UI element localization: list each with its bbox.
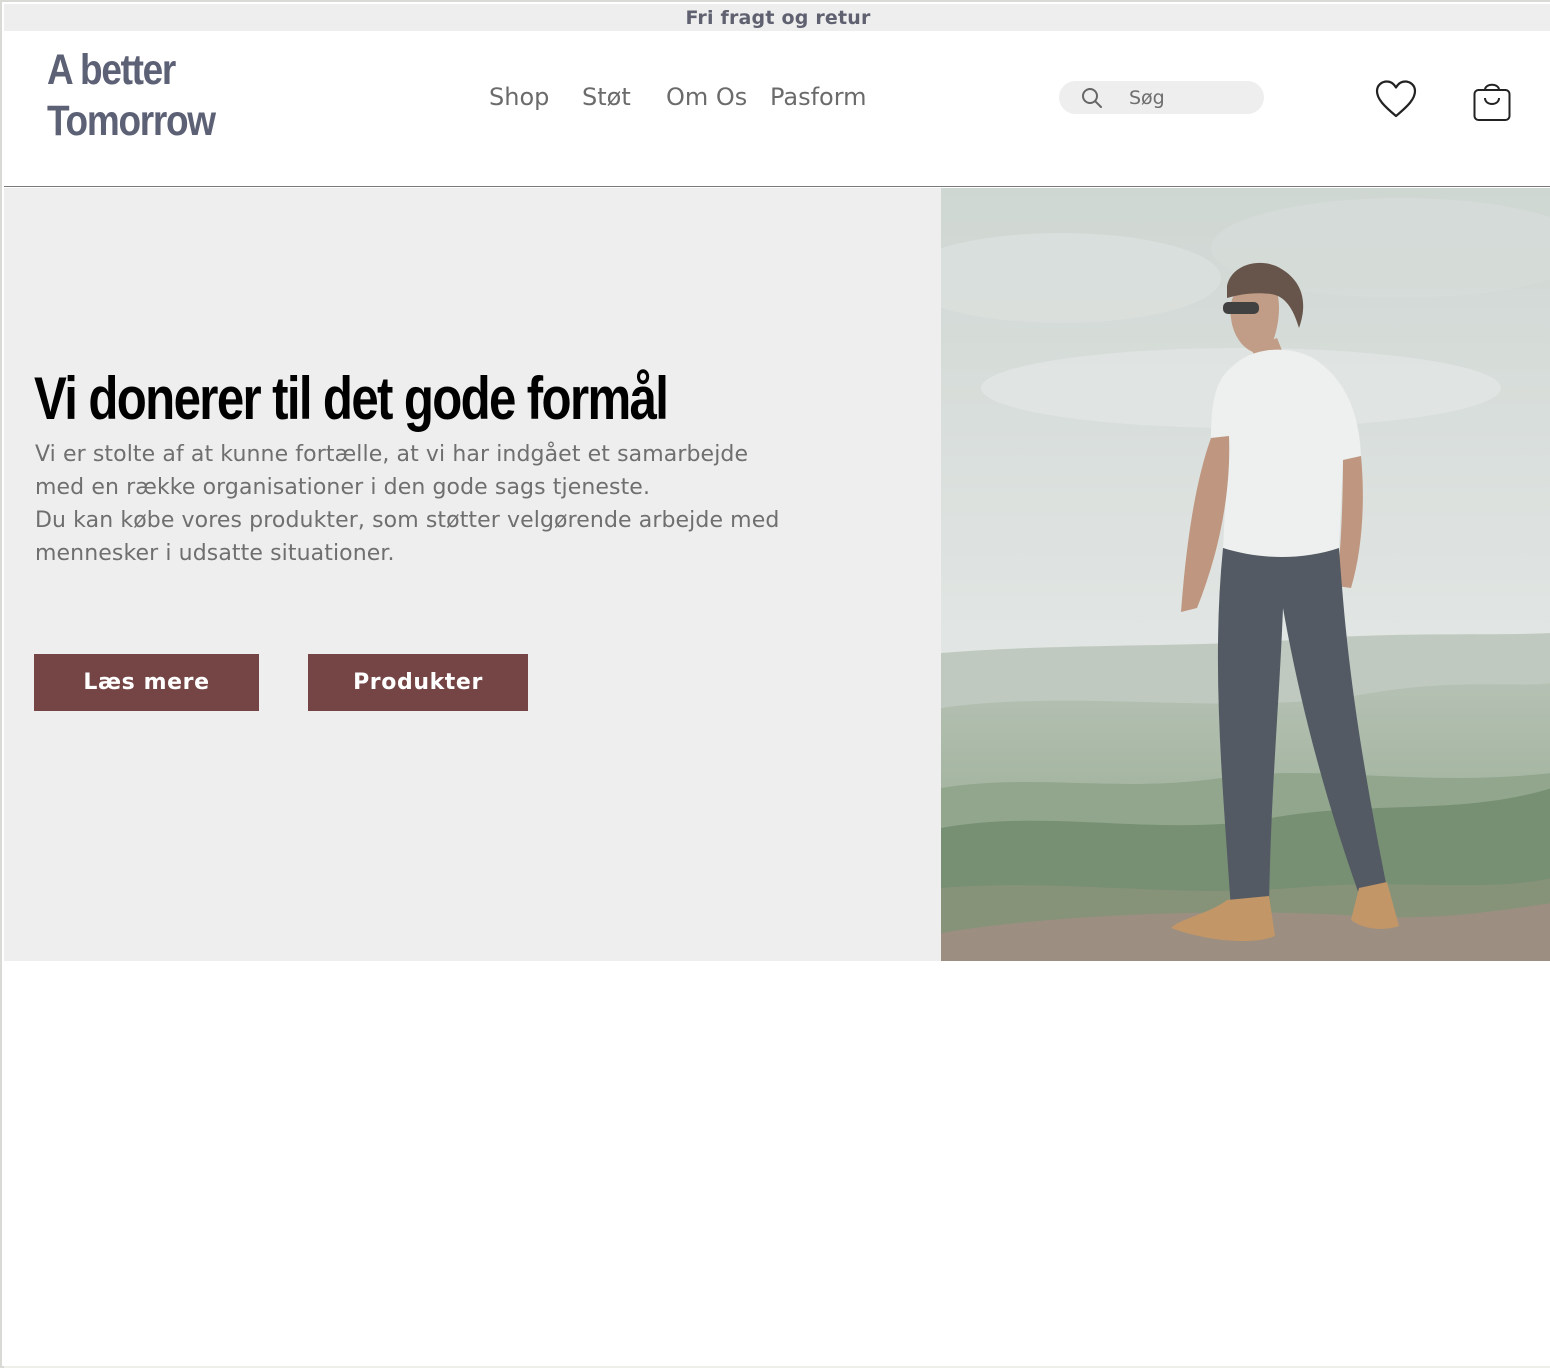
- promo-bar: Fri fragt og retur: [4, 4, 1550, 31]
- hero-paragraph-1: Vi er stolte af at kunne fortælle, at vi…: [35, 442, 749, 500]
- hero-description: Vi er stolte af at kunne fortælle, at vi…: [35, 438, 795, 570]
- hero-section: Vi donerer til det gode formål Vi er sto…: [4, 188, 1550, 961]
- hero-paragraph-2: Du kan købe vores produkter, som støtter…: [35, 508, 780, 566]
- nav-item-stot[interactable]: Støt: [582, 79, 631, 115]
- hero-image: [941, 188, 1550, 961]
- nav-item-om-os[interactable]: Om Os: [666, 79, 747, 115]
- page-frame: Fri fragt og retur A better Tomorrow Sho…: [0, 0, 1550, 1368]
- nav-item-shop[interactable]: Shop: [489, 79, 549, 115]
- search-input[interactable]: [1129, 81, 1254, 114]
- hero-title: Vi donerer til det gode formål: [34, 365, 669, 432]
- main-nav: Shop Støt Om Os Pasform: [4, 79, 1550, 119]
- search-icon[interactable]: [1081, 87, 1103, 109]
- heart-icon[interactable]: [1374, 79, 1418, 119]
- nav-item-pasform[interactable]: Pasform: [770, 79, 867, 115]
- site-header: A better Tomorrow Shop Støt Om Os Pasfor…: [4, 31, 1550, 187]
- read-more-button[interactable]: Læs mere: [34, 654, 259, 711]
- promo-text: Fri fragt og retur: [685, 7, 871, 29]
- search-bar[interactable]: [1059, 81, 1264, 114]
- products-button[interactable]: Produkter: [308, 654, 528, 711]
- shopping-bag-icon[interactable]: [1472, 79, 1512, 123]
